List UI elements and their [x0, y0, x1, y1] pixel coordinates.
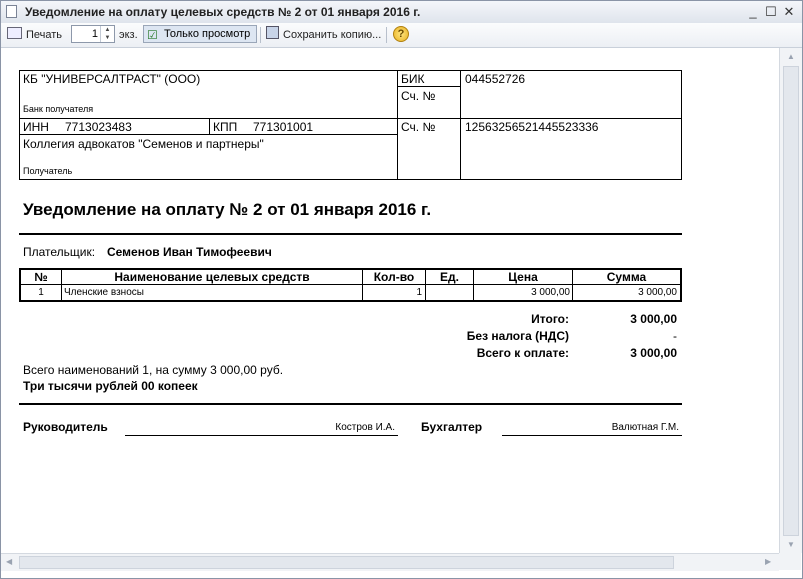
total-label: Итого: — [531, 312, 569, 326]
column-header: Сумма — [606, 270, 647, 284]
recipient-caption: Получатель — [23, 166, 73, 176]
recipient-name: Коллегия адвокатов "Семенов и партнеры" — [23, 137, 264, 151]
head-signature-label: Руководитель — [23, 420, 108, 434]
help-icon[interactable]: ? — [393, 26, 409, 42]
document-window: Уведомление на оплату целевых средств № … — [0, 0, 803, 579]
copies-suffix: экз. — [119, 29, 138, 41]
column-header: Кол-во — [373, 270, 415, 284]
save-copy-label: Сохранить копию... — [283, 29, 382, 41]
rule — [19, 284, 682, 285]
printer-icon — [7, 27, 22, 39]
minimize-icon[interactable]: _ — [745, 4, 761, 20]
bank-name: КБ "УНИВЕРСАЛТРАСТ" (ООО) — [23, 72, 201, 86]
bik-value: 044552726 — [465, 72, 526, 86]
accountant-signature-name: Валютная Г.М. — [611, 422, 679, 433]
vertical-scrollbar[interactable]: ▲ ▼ — [779, 48, 802, 553]
amount-in-words: Три тысячи рублей 00 копеек — [23, 379, 198, 393]
rule — [209, 118, 210, 135]
scroll-up-icon[interactable]: ▲ — [787, 52, 795, 61]
column-header: Ед. — [440, 270, 459, 284]
maximize-icon[interactable]: ☐ — [763, 4, 779, 20]
rule — [19, 118, 682, 119]
title-bar: Уведомление на оплату целевых средств № … — [1, 1, 802, 24]
correspondent-account-label: Сч. № — [401, 89, 436, 103]
horizontal-scrollbar[interactable]: ◀ ▶ — [1, 553, 779, 571]
stepper-arrows-icon[interactable]: ▲ ▼ — [100, 26, 114, 42]
document-area: КБ "УНИВЕРСАЛТРАСТ" (ООО) Банк получател… — [1, 48, 779, 553]
kpp-label: КПП — [213, 120, 238, 134]
recipient-bank-caption: Банк получателя — [23, 104, 94, 114]
rule — [680, 268, 682, 302]
view-only-label: Только просмотр — [164, 28, 251, 40]
row-sum: 3 000,00 — [638, 287, 677, 298]
row-price: 3 000,00 — [531, 287, 570, 298]
copies-value: 1 — [91, 28, 98, 40]
amount-due-label: Всего к оплате: — [476, 346, 569, 360]
toolbar: Печать 1 ▲ ▼ экз. ☑ Только просмотр Сохра… — [1, 23, 802, 48]
signature-line — [125, 435, 398, 436]
close-icon[interactable]: ✕ — [781, 4, 797, 20]
horizontal-scroll-thumb[interactable] — [19, 556, 674, 569]
check-icon: ☑ — [147, 28, 158, 42]
document-icon — [6, 5, 17, 18]
scroll-right-icon[interactable]: ▶ — [765, 557, 771, 566]
row-item-name: Членские взносы — [64, 287, 144, 298]
copies-stepper[interactable]: 1 ▲ ▼ — [71, 25, 115, 43]
toolbar-separator — [260, 27, 261, 43]
account-label: Сч. № — [401, 120, 436, 134]
scroll-left-icon[interactable]: ◀ — [6, 557, 12, 566]
amount-due-value: 3 000,00 — [630, 346, 677, 360]
row-number: 1 — [38, 287, 44, 298]
summary-underline — [19, 403, 682, 405]
print-button[interactable]: Печать — [7, 26, 62, 44]
column-header: Наименование целевых средств — [114, 270, 310, 284]
rule — [19, 179, 682, 180]
inn-value: 7713023483 — [65, 120, 132, 134]
print-label: Печать — [26, 29, 63, 41]
scrollbar-corner — [779, 553, 801, 570]
floppy-icon — [266, 26, 279, 39]
vertical-scroll-thumb[interactable] — [783, 66, 799, 536]
vat-label: Без налога (НДС) — [466, 329, 569, 343]
rule — [19, 70, 20, 180]
rule — [19, 70, 682, 71]
window-title: Уведомление на оплату целевых средств № … — [25, 5, 421, 19]
summary-line: Всего наименований 1, на сумму 3 000,00 … — [23, 363, 284, 377]
bik-label: БИК — [401, 72, 425, 86]
payer-name: Семенов Иван Тимофеевич — [107, 245, 272, 259]
column-header: № — [34, 270, 48, 284]
heading-underline — [19, 233, 682, 235]
column-header: Цена — [508, 270, 538, 284]
toolbar-separator — [386, 27, 387, 43]
row-quantity: 1 — [416, 287, 422, 298]
payer-label: Плательщик: — [23, 245, 96, 259]
view-only-button[interactable]: ☑ Только просмотр — [143, 25, 257, 43]
signature-line — [502, 435, 682, 436]
save-copy-button[interactable]: Сохранить копию... — [266, 26, 381, 44]
scroll-down-icon[interactable]: ▼ — [787, 540, 795, 549]
total-value: 3 000,00 — [630, 312, 677, 326]
kpp-value: 771301001 — [253, 120, 314, 134]
rule — [681, 70, 682, 180]
inn-label: ИНН — [23, 120, 49, 134]
document-heading: Уведомление на оплату № 2 от 01 января 2… — [23, 200, 432, 219]
rule — [19, 300, 682, 302]
vat-value: - — [673, 329, 677, 343]
rule — [398, 86, 461, 87]
accountant-signature-label: Бухгалтер — [421, 420, 483, 434]
head-signature-name: Костров И.А. — [335, 422, 395, 433]
account-value: 12563256521445523336 — [465, 120, 599, 134]
